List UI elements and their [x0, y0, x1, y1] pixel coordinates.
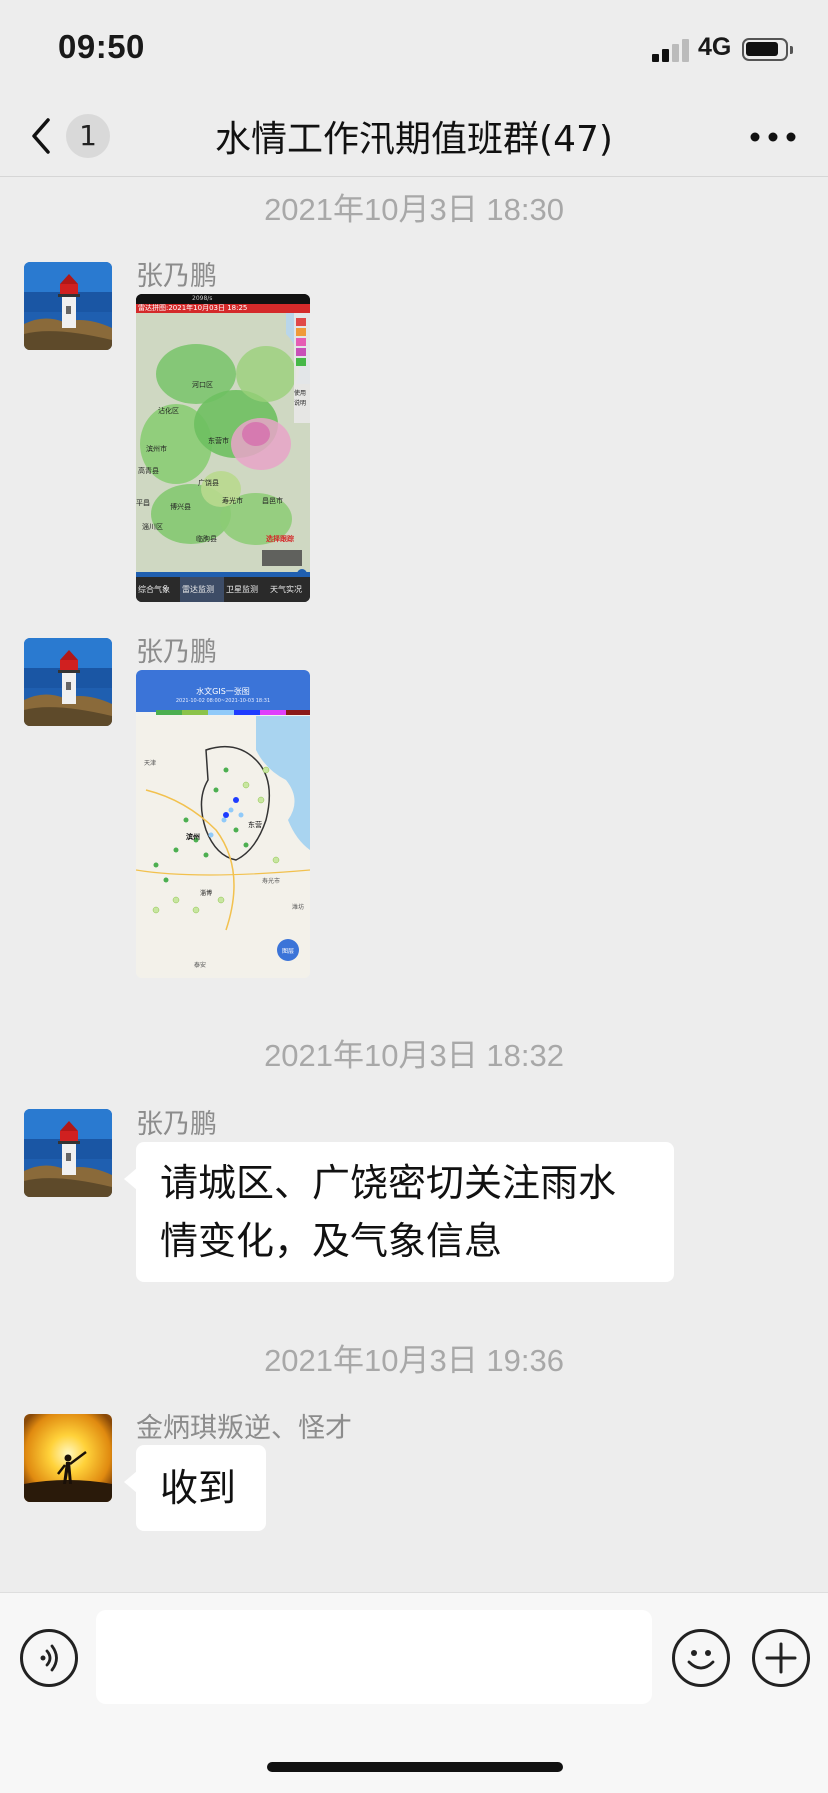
sender-name: 张乃鹏 — [136, 261, 217, 292]
sender-name: 金炳琪叛逆、怪才 — [136, 1413, 352, 1444]
radar-track-tag: 选择跟踪 — [266, 535, 294, 543]
message-text-line: 情变化，及气象信息 — [160, 1219, 503, 1263]
radar-header-text: 雷达拼图:2021年10月03日 18:25 — [138, 304, 248, 312]
text-message-bubble[interactable]: 请城区、广饶密切关注雨水 情变化，及气象信息 — [124, 1142, 674, 1282]
radar-place-label: 临朐县 — [196, 535, 217, 543]
radar-place-label: 昌邑市 — [262, 497, 283, 505]
radar-place-label: 平昌 — [136, 499, 150, 507]
gis-place-label: 天津 — [144, 760, 157, 767]
gis-place-label: 泰安 — [194, 962, 207, 969]
chat-header: 1 水情工作汛期值班群(47) — [0, 100, 828, 177]
sunset-avatar-image — [24, 1414, 112, 1502]
chat-title: 水情工作汛期值班群(47) — [215, 119, 613, 160]
voice-button[interactable] — [20, 1629, 78, 1687]
gis-place-label: 寿光市 — [262, 878, 281, 885]
emoji-button[interactable] — [672, 1629, 730, 1687]
radar-place-label: 河口区 — [192, 381, 213, 389]
lighthouse-avatar-image — [24, 262, 112, 350]
avatar[interactable] — [24, 1109, 112, 1197]
more-button[interactable] — [748, 122, 798, 152]
avatar[interactable] — [24, 1414, 112, 1502]
radar-tab: 雷达监测 — [182, 585, 214, 594]
gis-place-label: 滨州 — [186, 833, 200, 841]
time-separator: 2021年10月3日 18:30 — [264, 192, 564, 227]
voice-icon — [40, 1644, 58, 1672]
lighthouse-avatar-image — [24, 1109, 112, 1197]
image-message-gis[interactable]: 水文GIS一张图 2021-10-02 08:00~2021-10-03 18:… — [136, 670, 310, 978]
radar-place-label: 高青县 — [138, 467, 159, 475]
radar-tab: 综合气象 — [138, 585, 170, 594]
text-message-bubble[interactable]: 收到 — [124, 1445, 266, 1531]
status-time: 09:50 — [58, 28, 145, 65]
battery-icon — [742, 38, 793, 61]
home-indicator — [267, 1762, 563, 1772]
gis-place-label: 东营 — [248, 821, 262, 829]
radar-place-label: 寿光市 — [222, 497, 243, 505]
lighthouse-avatar-image — [24, 638, 112, 726]
gis-title-text: 水文GIS一张图 — [196, 687, 250, 696]
image-message-radar[interactable]: 2098/s 雷达拼图:2021年10月03日 18:25 河口区 沾化区 东营… — [136, 294, 310, 602]
network-label: 4G — [698, 33, 732, 61]
gis-place-label: 淄博 — [200, 890, 213, 897]
signal-icon — [652, 38, 690, 62]
message-text: 收到 — [160, 1466, 237, 1510]
message-text-line: 请城区、广饶密切关注雨水 — [160, 1161, 617, 1205]
radar-legend-label: 使用 — [294, 390, 307, 397]
avatar[interactable] — [24, 262, 112, 350]
radar-place-label: 广饶县 — [198, 479, 219, 487]
gis-map-screenshot — [136, 670, 310, 978]
avatar[interactable] — [24, 638, 112, 726]
radar-place-label: 沾化区 — [158, 407, 179, 415]
radar-legend-label: 说明 — [294, 400, 307, 407]
time-separator: 2021年10月3日 19:36 — [264, 1343, 564, 1378]
add-button[interactable] — [752, 1629, 810, 1687]
sender-name: 张乃鹏 — [136, 637, 217, 668]
radar-status-text: 2098/s — [192, 295, 213, 302]
sender-name: 张乃鹏 — [136, 1109, 217, 1140]
radar-place-label: 滨州市 — [146, 445, 167, 453]
message-input[interactable] — [96, 1610, 652, 1704]
plus-icon — [765, 1642, 797, 1674]
radar-tab: 卫星监测 — [226, 585, 258, 594]
status-bar: 09:50 4G — [0, 0, 828, 100]
time-separator: 2021年10月3日 18:32 — [264, 1038, 564, 1073]
radar-tab: 天气实况 — [270, 585, 302, 594]
more-icon — [750, 132, 796, 142]
gis-layer-button-label: 图层 — [281, 948, 294, 955]
gis-range-text: 2021-10-02 08:00~2021-10-03 18:31 — [175, 698, 271, 704]
gis-place-label: 潍坊 — [292, 904, 305, 911]
radar-place-label: 博兴县 — [170, 503, 191, 511]
radar-place-label: 淄川区 — [142, 523, 163, 531]
emoji-icon — [687, 1650, 715, 1670]
radar-place-label: 东营市 — [208, 437, 229, 445]
